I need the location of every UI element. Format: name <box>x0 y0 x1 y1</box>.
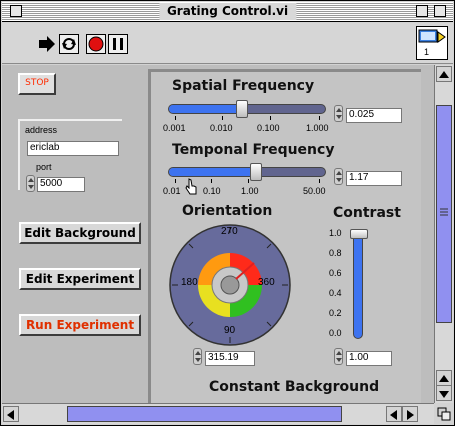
contrast-input[interactable]: 1.00 <box>346 351 392 366</box>
orientation-title: Orientation <box>182 203 273 219</box>
temporal-frequency-track[interactable] <box>168 167 326 177</box>
tick-mark <box>222 116 223 120</box>
port-label: port <box>36 162 52 172</box>
spatial-frequency-thumb[interactable] <box>236 100 248 118</box>
contrast-tick-label: 1.0 <box>329 228 342 238</box>
spatial-tick-label: 0.010 <box>210 123 233 133</box>
pause-icon[interactable] <box>108 34 128 54</box>
toolbar: 1 <box>2 23 453 64</box>
run-experiment-button[interactable]: Run Experiment <box>19 314 141 336</box>
temporal-tick-label: 0.10 <box>203 186 221 196</box>
orientation-label-left: 180 <box>181 277 198 288</box>
contrast-stepper[interactable] <box>334 348 343 365</box>
contrast-tick-label: 0.8 <box>329 248 342 258</box>
contrast-tick-label: 0.6 <box>329 268 342 278</box>
spatial-tick-label: 0.100 <box>257 123 280 133</box>
temporal-frequency-fill <box>169 168 257 176</box>
tick-mark <box>319 116 320 120</box>
contrast-thumb[interactable] <box>350 229 368 239</box>
orientation-stepper[interactable] <box>193 348 202 365</box>
vertical-scroll-thumb[interactable] <box>436 105 452 323</box>
scroll-left-button[interactable] <box>386 406 402 422</box>
address-input[interactable]: ericlab <box>27 141 119 156</box>
spatial-tick-label: 1.000 <box>306 123 329 133</box>
vi-icon-number: 1 <box>424 47 430 57</box>
edit-experiment-label: Edit Experiment <box>25 272 135 286</box>
scroll-right-button[interactable] <box>402 406 418 422</box>
tick-mark <box>248 179 249 183</box>
temporal-frequency-thumb[interactable] <box>250 163 262 181</box>
edit-background-button[interactable]: Edit Background <box>19 222 141 244</box>
run-continuous-icon[interactable] <box>59 34 79 54</box>
tick-mark <box>211 179 212 183</box>
scroll-up-button[interactable] <box>436 66 452 82</box>
tick-mark <box>319 179 320 183</box>
stop-button-label: STOP <box>25 78 49 88</box>
port-stepper[interactable] <box>26 175 35 192</box>
spatial-frequency-fill <box>169 105 241 113</box>
temporal-frequency-stepper[interactable] <box>334 168 343 185</box>
scroll-down-button[interactable] <box>436 385 452 401</box>
spatial-frequency-title: Spatial Frequency <box>172 78 315 94</box>
temporal-tick-label: 50.00 <box>303 186 326 196</box>
stop-button[interactable]: STOP <box>18 73 56 95</box>
port-input[interactable]: 5000 <box>37 177 85 192</box>
close-box-icon[interactable] <box>10 5 22 17</box>
contrast-tick-label: 0.4 <box>329 288 342 298</box>
front-panel: STOP address ericlab port 5000 Edit Back… <box>2 65 434 403</box>
vi-icon[interactable]: 1 <box>416 26 448 60</box>
address-cluster: address ericlab port 5000 <box>18 119 122 192</box>
vertical-scrollbar[interactable] <box>434 65 453 403</box>
address-label: address <box>25 125 58 135</box>
temporal-frequency-title: Temponal Frequency <box>172 142 335 158</box>
orientation-input[interactable]: 315.19 <box>205 351 255 366</box>
title-bar[interactable]: Grating Control.vi <box>2 2 453 22</box>
spatial-tick-label: 0.001 <box>163 123 186 133</box>
contrast-title: Contrast <box>333 205 401 221</box>
scroll-up-button[interactable] <box>436 370 452 386</box>
tick-mark <box>175 116 176 120</box>
orientation-label-bottom: 90 <box>224 325 236 336</box>
zoom-box-icon[interactable] <box>416 5 428 17</box>
spatial-frequency-stepper[interactable] <box>334 105 343 122</box>
contrast-tick-label: 0.2 <box>329 308 342 318</box>
orientation-label-right: 360 <box>258 277 275 288</box>
temporal-tick-label: 0.01 <box>163 186 181 196</box>
temporal-frequency-input[interactable]: 1.17 <box>346 171 402 186</box>
tick-mark <box>175 179 176 183</box>
window-title: Grating Control.vi <box>158 3 297 20</box>
contrast-track[interactable] <box>353 232 363 339</box>
resize-grip-icon[interactable] <box>436 406 452 422</box>
orientation-label-top: 270 <box>221 226 238 237</box>
scroll-left-button[interactable] <box>3 406 19 422</box>
contrast-tick-label: 0.0 <box>329 328 342 338</box>
hand-cursor-icon <box>185 178 197 195</box>
horizontal-scrollbar[interactable] <box>2 403 451 424</box>
edit-experiment-button[interactable]: Edit Experiment <box>19 268 141 290</box>
edit-background-label: Edit Background <box>24 226 136 240</box>
temporal-tick-label: 1.00 <box>241 186 259 196</box>
run-arrow-icon[interactable] <box>37 34 57 54</box>
abort-icon[interactable] <box>86 34 106 54</box>
run-experiment-label: Run Experiment <box>25 318 135 332</box>
app-window: Grating Control.vi 1 STOP address ericla… <box>0 0 455 426</box>
tick-mark <box>270 116 271 120</box>
spatial-frequency-input[interactable]: 0.025 <box>346 108 402 123</box>
parameters-panel: Spatial Frequency 0.001 0.010 0.100 1.00… <box>148 69 421 403</box>
horizontal-scroll-thumb[interactable] <box>67 406 342 422</box>
constant-background-label: Constant Background <box>209 379 380 395</box>
collapse-box-icon[interactable] <box>434 5 446 17</box>
